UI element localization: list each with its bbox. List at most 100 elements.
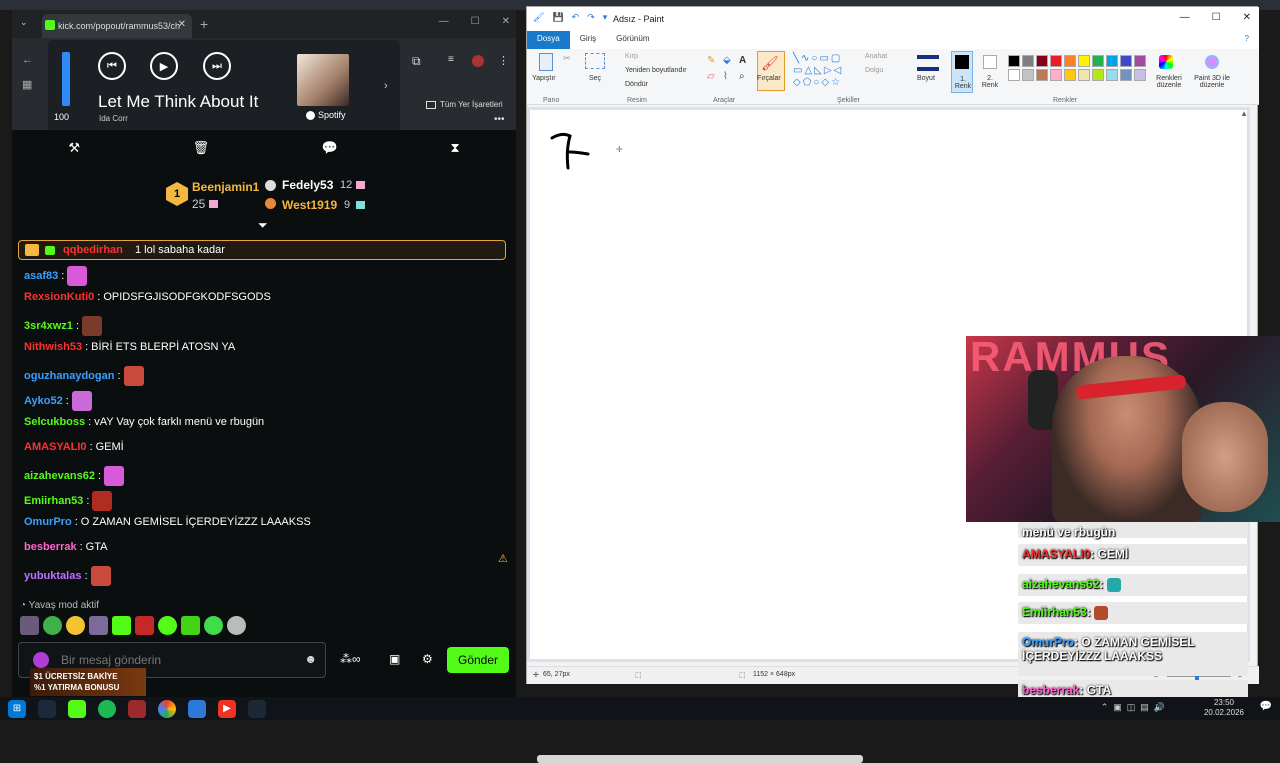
settings-icon[interactable]: ⚙ <box>422 652 433 666</box>
next-track-icon[interactable]: ⏭ <box>203 52 231 80</box>
minimize-icon[interactable]: — <box>439 16 449 27</box>
tab-menu-icon[interactable]: ⌄ <box>20 17 28 28</box>
paint3d-icon[interactable] <box>1205 55 1219 69</box>
emote-icon[interactable] <box>43 616 62 635</box>
palette-swatch[interactable] <box>1064 55 1076 67</box>
notifications-icon[interactable]: 💬 <box>1260 701 1272 712</box>
store-icon[interactable]: ▣ <box>389 652 400 666</box>
tab-file[interactable]: Dosya <box>527 31 570 49</box>
edit-colors-button[interactable]: Renkleri düzenle <box>1149 75 1189 89</box>
palette-swatch[interactable] <box>1106 69 1118 81</box>
close-tab-icon[interactable]: ✕ <box>178 19 186 30</box>
chrome-icon[interactable] <box>158 699 176 718</box>
clock[interactable]: 23:50 20.02.2026 <box>1204 697 1244 718</box>
emote-icon[interactable] <box>135 616 154 635</box>
cut-icon[interactable]: ✂ <box>563 53 571 64</box>
palette-swatch[interactable] <box>1092 55 1104 67</box>
text-icon[interactable]: A <box>739 55 746 66</box>
app-icon[interactable] <box>38 699 56 718</box>
emote-icon[interactable] <box>89 616 108 635</box>
chat-username[interactable]: aizahevans62 <box>24 470 95 482</box>
tray-icons[interactable]: ⌃▣◫▤🔊 <box>1101 702 1170 713</box>
rotate-button[interactable]: Döndür <box>625 81 648 88</box>
hourglass-icon[interactable]: ⧗ <box>451 140 460 156</box>
palette-swatch[interactable] <box>1078 69 1090 81</box>
browser-tab[interactable]: kick.com/popout/rammus53/ch ✕ <box>42 14 192 38</box>
emote-icon[interactable] <box>204 616 223 635</box>
select-button[interactable]: Seç <box>589 75 601 82</box>
eraser-icon[interactable]: ▱ <box>707 71 715 82</box>
hammer-icon[interactable]: ⚒ <box>68 140 80 156</box>
app-icon[interactable] <box>128 699 146 718</box>
user-badge-icon[interactable] <box>33 652 49 668</box>
emote-icon[interactable] <box>112 616 131 635</box>
undo-icon[interactable]: ↶ <box>572 12 580 23</box>
palette-swatch[interactable] <box>1078 55 1090 67</box>
fill-icon[interactable]: ⬙ <box>723 55 731 66</box>
chat-username[interactable]: AMASYALI0 <box>24 441 87 453</box>
chat-username[interactable]: RexsionKuti0 <box>24 291 94 303</box>
clipboard-icon[interactable] <box>539 53 553 71</box>
chat-username[interactable]: besberrak <box>24 541 77 553</box>
volume-slider[interactable] <box>62 52 70 106</box>
tab-view[interactable]: Görünüm <box>606 31 659 49</box>
chat-username[interactable]: Nithwish53 <box>24 341 82 353</box>
windows-start-icon[interactable]: ⊞ <box>8 699 26 718</box>
palette-swatch[interactable] <box>1022 55 1034 67</box>
emote-icon[interactable] <box>66 616 85 635</box>
more-options-icon[interactable]: ••• <box>494 114 505 125</box>
horizontal-scrollbar[interactable] <box>537 755 863 763</box>
tab-home[interactable]: Giriş <box>570 31 606 49</box>
size-icon[interactable] <box>917 55 939 71</box>
bonus-ad[interactable]: $1 ÜCRETSİZ BAKİYE %1 YATIRMA BONUSU <box>30 668 146 696</box>
menu-icon[interactable]: ⋮ <box>498 54 509 67</box>
leader-1-name[interactable]: Beenjamin1 <box>192 180 259 194</box>
palette-swatch[interactable] <box>1106 55 1118 67</box>
apps-icon[interactable]: ▦ <box>22 78 32 91</box>
leader-2-name[interactable]: Fedely53 <box>282 178 333 192</box>
points-icon[interactable]: ⁂∞ <box>340 652 361 666</box>
color2-selector[interactable]: 2. Renk <box>979 51 1001 93</box>
chat-username[interactable]: Emiirhan53 <box>24 495 83 507</box>
qat-dropdown-icon[interactable]: ▾ <box>603 12 608 23</box>
pinned-user[interactable]: qqbedirhan <box>63 244 123 256</box>
send-button[interactable]: Gönder <box>447 647 509 673</box>
chat-username[interactable]: asaf83 <box>24 270 58 282</box>
emote-icon[interactable] <box>181 616 200 635</box>
color1-selector[interactable]: 1. Renk <box>951 51 973 93</box>
maximize-icon[interactable]: ☐ <box>471 16 480 27</box>
edit-colors-icon[interactable] <box>1159 55 1173 69</box>
chat-username[interactable]: OmurPro <box>24 516 72 528</box>
filter-icon[interactable]: ⏷ <box>258 218 268 233</box>
emote-icon[interactable] <box>158 616 177 635</box>
chat-username[interactable]: Ayko52 <box>24 395 63 407</box>
pinned-message[interactable]: qqbedirhan 1 lol sabaha kadar <box>18 240 506 260</box>
extension-icon[interactable]: ⧉ <box>412 54 421 69</box>
steam-icon[interactable] <box>248 699 266 718</box>
emote-icon[interactable] <box>20 616 39 635</box>
pencil-icon[interactable]: ✎ <box>707 55 715 66</box>
color-palette[interactable] <box>1008 55 1146 81</box>
paste-button[interactable]: Yapıştır <box>532 75 556 82</box>
emote-icon[interactable] <box>227 616 246 635</box>
previous-track-icon[interactable]: ⏮ <box>98 52 126 80</box>
palette-swatch[interactable] <box>1022 69 1034 81</box>
select-icon[interactable] <box>585 53 605 69</box>
emoji-icon[interactable]: ☻ <box>304 652 317 666</box>
palette-swatch[interactable] <box>1120 69 1132 81</box>
paint-app-icon[interactable] <box>188 699 206 718</box>
profile-avatar[interactable] <box>472 55 484 67</box>
palette-swatch[interactable] <box>1064 69 1076 81</box>
chat-username[interactable]: yubuktalas <box>24 570 81 582</box>
scroll-up-icon[interactable]: ▲ <box>1240 109 1248 118</box>
crop-button[interactable]: Kırp <box>625 53 638 60</box>
palette-swatch[interactable] <box>1050 55 1062 67</box>
chat-username[interactable]: oguzhanaydogan <box>24 370 114 382</box>
palette-swatch[interactable] <box>1050 69 1062 81</box>
brushes-button[interactable]: Fırçalar <box>757 75 781 82</box>
media-icon[interactable]: ≡ <box>448 54 454 65</box>
palette-swatch[interactable] <box>1120 55 1132 67</box>
outline-button[interactable]: Anahat <box>865 53 887 60</box>
resize-button[interactable]: Yeniden boyutlandır <box>625 67 687 74</box>
maximize-icon[interactable]: ☐ <box>1212 12 1221 23</box>
